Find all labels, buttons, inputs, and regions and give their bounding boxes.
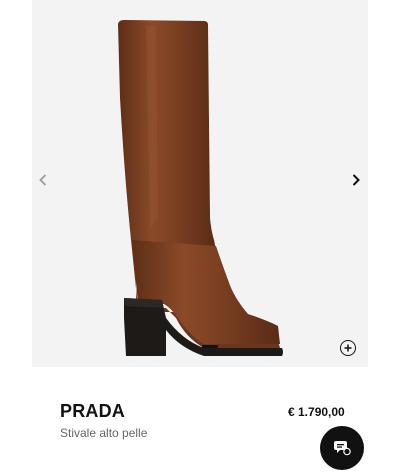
chevron-right-icon — [352, 174, 360, 186]
slide-indicator — [202, 345, 218, 348]
chat-button[interactable] — [320, 426, 364, 470]
next-image-button[interactable] — [346, 170, 366, 190]
slide-dot-active[interactable] — [202, 345, 218, 348]
chat-icon — [334, 441, 351, 456]
zoom-button[interactable] — [340, 340, 356, 356]
product-image-gallery[interactable] — [32, 0, 368, 367]
zoom-plus-icon — [344, 344, 352, 352]
product-name: Stivale alto pelle — [60, 426, 148, 440]
chevron-left-icon — [39, 174, 47, 186]
boot-image — [118, 20, 283, 356]
prev-image-button[interactable] — [33, 170, 53, 190]
brand-name[interactable]: PRADA — [60, 401, 125, 422]
product-price: € 1.790,00 — [288, 405, 345, 419]
